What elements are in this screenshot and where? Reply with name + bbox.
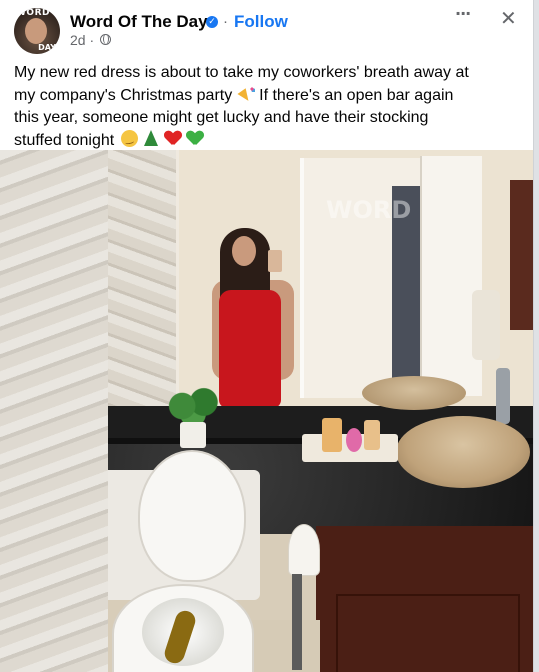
- close-icon[interactable]: ✕: [500, 6, 517, 30]
- avatar-label-top: WORD: [16, 8, 50, 18]
- caption-line: My new red dress is about to take my cow…: [14, 64, 469, 81]
- sink-reflection: [362, 376, 466, 410]
- avatar-label-bottom: DAY: [38, 43, 56, 52]
- separator-dot: ·: [223, 13, 228, 30]
- post-card: WORD DAY Word Of The Day ✓ · Follow 2d ·…: [0, 0, 534, 672]
- post-caption: My new red dress is about to take my cow…: [14, 62, 519, 152]
- more-options-icon[interactable]: ···: [455, 4, 471, 23]
- vanity-door: [336, 594, 520, 672]
- caption-text: If there's an open bar again: [259, 86, 454, 104]
- post-header: WORD DAY Word Of The Day ✓ · Follow 2d ·…: [0, 0, 533, 58]
- globe-icon: [100, 34, 111, 45]
- watermark: WORD: [326, 196, 412, 224]
- page-name-link[interactable]: Word Of The Day: [70, 12, 208, 32]
- perfume-bottle: [322, 418, 342, 452]
- verified-badge-icon: ✓: [206, 16, 218, 28]
- caption-text: stuffed tonight: [14, 131, 115, 149]
- avatar-face: [25, 18, 47, 44]
- caption-line: my company's Christmas party If there's …: [14, 85, 519, 108]
- christmas-tree-icon: [144, 129, 159, 146]
- perfume-bottle: [346, 428, 362, 452]
- smirk-face-icon: [120, 129, 138, 147]
- potted-plant: [166, 386, 220, 426]
- person-face: [232, 236, 256, 266]
- toilet-lid: [138, 450, 246, 582]
- towel: [472, 290, 500, 360]
- perfume-bottle: [364, 420, 380, 450]
- caption-line: stuffed tonight: [14, 129, 519, 153]
- door: [420, 156, 482, 396]
- plant-pot: [180, 422, 206, 448]
- red-dress: [219, 290, 281, 408]
- follow-button[interactable]: Follow: [234, 12, 288, 32]
- caption-text: my company's Christmas party: [14, 86, 233, 104]
- page-avatar[interactable]: WORD DAY: [14, 8, 60, 54]
- post-timestamp[interactable]: 2d ·: [70, 32, 94, 48]
- shower-curtain: [0, 150, 108, 672]
- vessel-sink: [396, 416, 530, 488]
- party-popper-icon: [239, 85, 255, 102]
- faucet: [496, 368, 510, 424]
- caption-line: this year, someone might get lucky and h…: [14, 109, 429, 126]
- post-photo[interactable]: WORD: [0, 150, 533, 672]
- phone: [268, 250, 282, 272]
- toilet-paper-stand: [292, 574, 302, 670]
- wall-cabinet: [510, 180, 533, 330]
- toilet-paper-roll: [288, 524, 320, 576]
- wall-base: [250, 620, 320, 672]
- red-heart-icon: [165, 131, 181, 145]
- green-heart-icon: [187, 131, 203, 145]
